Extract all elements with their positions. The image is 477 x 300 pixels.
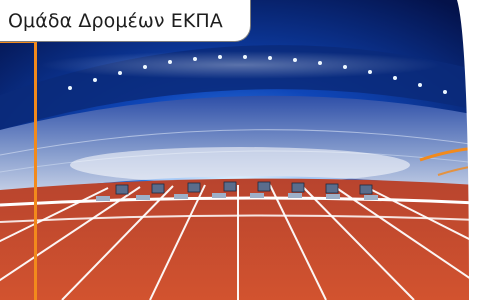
accent-line-vertical [34,42,37,300]
page-title: Ομάδα Δρομέων ΕΚΠΑ [8,9,223,32]
title-tab: Ομάδα Δρομέων ΕΚΠΑ [0,0,251,42]
stadium-track-image [0,0,477,300]
page-frame: Ομάδα Δρομέων ΕΚΠΑ [0,0,477,300]
